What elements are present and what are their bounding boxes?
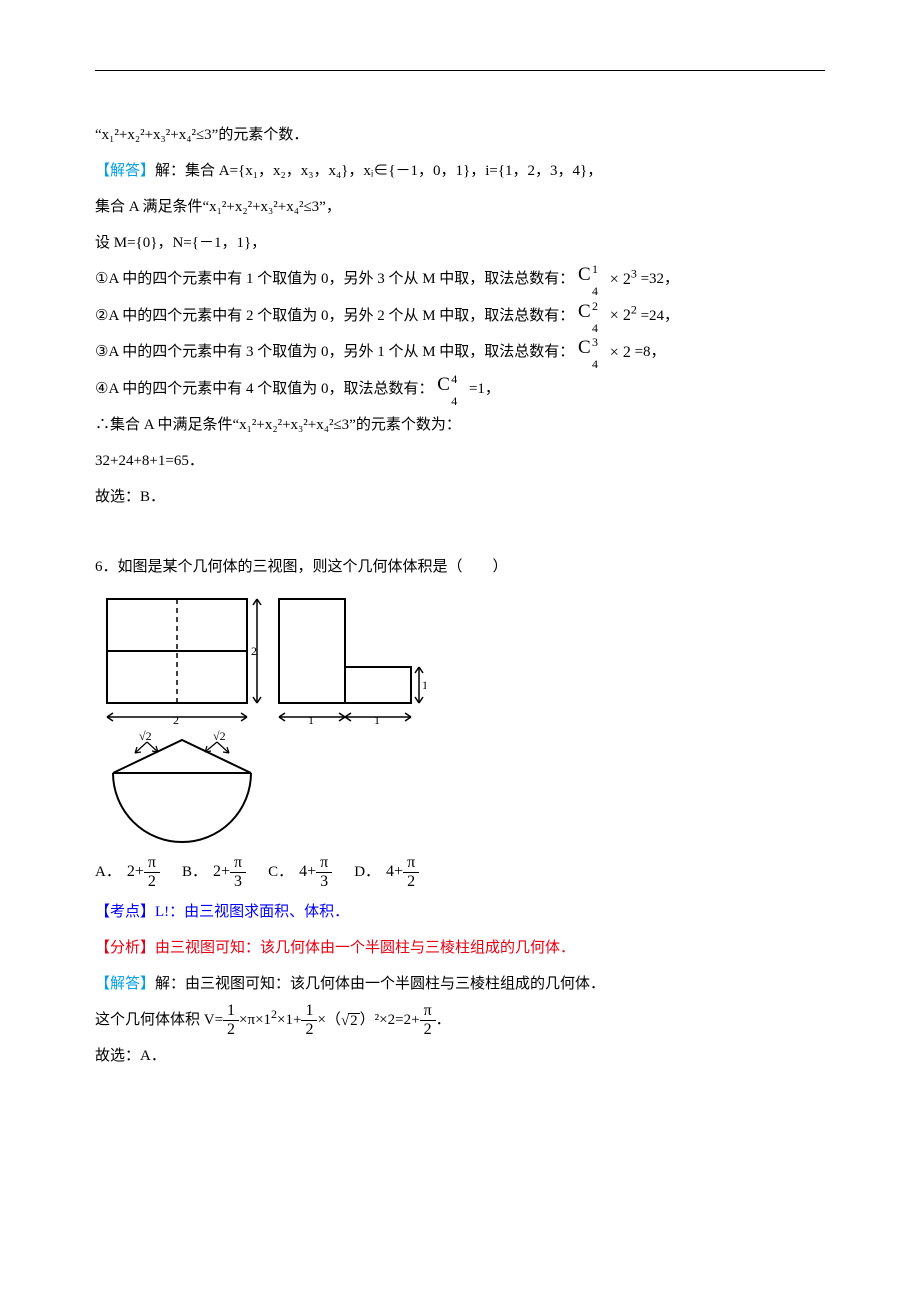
q5-case-3: ③A 中的四个元素中有 3 个取值为 0，另外 1 个从 M 中取，取法总数有：…: [95, 334, 825, 371]
svg-text:√2: √2: [139, 730, 152, 743]
times-2-cubed: × 23: [610, 272, 637, 288]
q5-l2: 解：集合 A={x₁，x₂，x₃，x₄}，xᵢ∈{－1，0，1}，i={1，2，…: [155, 163, 602, 179]
frac-pi-2: π2: [420, 1003, 436, 1038]
combination-C43: C34: [578, 338, 591, 368]
svg-text:1: 1: [374, 713, 380, 726]
q6-option-b: B． 2+π3: [182, 854, 246, 890]
q6-solve1: 【解答】解：由三视图可知：该几何体由一个半圆柱与三棱柱组成的几何体．: [95, 966, 825, 1002]
svg-text:2: 2: [251, 644, 257, 658]
q6-stem: 6．如图是某个几何体的三视图，则这个几何体体积是（ ）: [95, 549, 825, 585]
times-2-sq: × 22: [610, 308, 637, 324]
q6-option-c: C． 4+π3: [268, 854, 332, 890]
exam-tag: 【考点】: [95, 904, 155, 920]
solve-tag-2: 【解答】: [95, 976, 155, 992]
q5-answer: 故选：B．: [95, 479, 825, 515]
q5-sum: 32+24+8+1=65．: [95, 443, 825, 479]
q6-three-views-top: 2 2 1 1 1: [95, 591, 825, 726]
q5-case-2: ②A 中的四个元素中有 2 个取值为 0，另外 2 个从 M 中取，取法总数有：…: [95, 298, 825, 335]
q5-case-1: ①A 中的四个元素中有 1 个取值为 0，另外 3 个从 M 中取，取法总数有：…: [95, 261, 825, 298]
q5-solve-line: 【解答】解：集合 A={x₁，x₂，x₃，x₄}，xᵢ∈{－1，0，1}，i={…: [95, 153, 825, 189]
ana-tag: 【分析】: [95, 940, 155, 956]
q6-analysis: 【分析】由三视图可知：该几何体由一个半圆柱与三棱柱组成的几何体．: [95, 930, 825, 966]
combination-C44: C44: [437, 375, 450, 405]
q6-options: A． 2+π2 B． 2+π3 C． 4+π3 D． 4+π2: [95, 854, 825, 890]
svg-text:1: 1: [422, 678, 426, 692]
svg-text:√2: √2: [213, 730, 226, 743]
q5-l4: 设 M={0}，N={－1，1}，: [95, 225, 825, 261]
sqrt-2: √2: [341, 1013, 360, 1029]
frac-half-1: 12: [223, 1003, 239, 1038]
top-rule: [95, 70, 825, 71]
svg-text:1: 1: [308, 713, 314, 726]
q5-conclude: ∴集合 A 中满足条件“x₁²+x₂²+x₃²+x₄²≤3”的元素个数为：: [95, 407, 825, 443]
q6-top-view-figure: √2 √2: [95, 730, 825, 850]
times-2: × 2: [610, 345, 631, 361]
combination-C42: C24: [578, 302, 591, 332]
solve-tag: 【解答】: [95, 163, 155, 179]
side-view-figure: 1 1 1: [271, 591, 426, 726]
q6-option-a: A． 2+π2: [95, 854, 160, 890]
q6-exam-point: 【考点】L!：由三视图求面积、体积．: [95, 894, 825, 930]
q6-answer: 故选：A．: [95, 1038, 825, 1074]
svg-text:2: 2: [173, 713, 179, 726]
q5-cont-line1: “x₁²+x₂²+x₃²+x₄²≤3”的元素个数．: [95, 117, 825, 153]
combination-C41: C14: [578, 265, 591, 295]
front-view-figure: 2 2: [95, 591, 265, 726]
frac-half-2: 12: [301, 1003, 317, 1038]
q5-case-4: ④A 中的四个元素中有 4 个取值为 0，取法总数有： C44 =1，: [95, 371, 825, 408]
q6-volume-calc: 这个几何体体积 V=12×π×12×1+12×（√2）²×2=2+π2．: [95, 1002, 825, 1038]
q6-option-d: D． 4+π2: [354, 854, 419, 890]
q5-l3: 集合 A 满足条件“x₁²+x₂²+x₃²+x₄²≤3”，: [95, 189, 825, 225]
